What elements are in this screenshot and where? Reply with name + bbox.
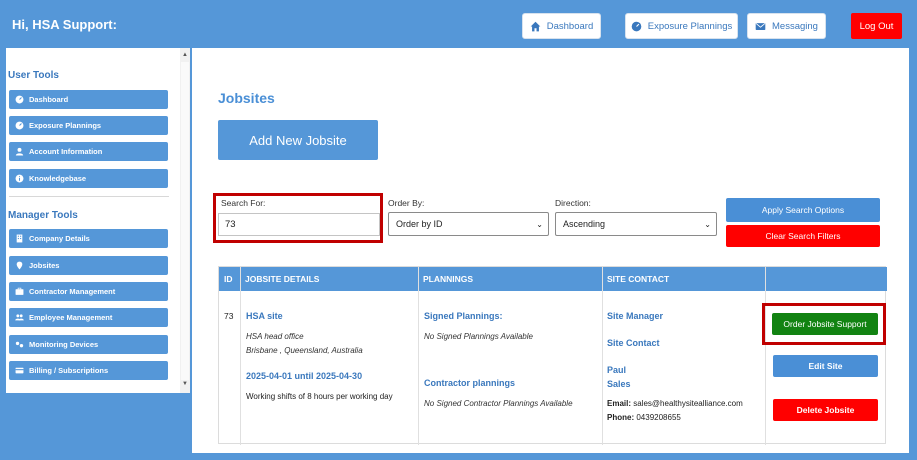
sidebar-item-monitoring-devices[interactable]: Monitoring Devices xyxy=(9,335,168,354)
users-icon xyxy=(15,314,24,321)
site-manager-link[interactable]: Site Manager xyxy=(607,311,663,321)
apply-search-options-button[interactable]: Apply Search Options xyxy=(726,198,880,222)
sidebar-item-label: Exposure Plannings xyxy=(29,121,102,130)
email-label: Email: xyxy=(607,399,632,408)
signed-plannings-empty: No Signed Plannings Available xyxy=(424,332,533,341)
contact-email-row: Email: sales@healthysitealliance.com xyxy=(607,399,743,408)
column-header-site-contact: SITE CONTACT xyxy=(607,274,670,284)
sidebar-item-billing-subscriptions[interactable]: Billing / Subscriptions xyxy=(9,361,168,380)
page-title: Jobsites xyxy=(218,90,275,106)
table-header: ID JOBSITE DETAILS PLANNINGS SITE CONTAC… xyxy=(219,267,887,291)
column-header-plannings: PLANNINGS xyxy=(423,274,474,284)
contact-phone: 0439208655 xyxy=(636,413,681,422)
search-label: Search For: xyxy=(221,198,266,208)
top-bar: Hi, HSA Support: Dashboard Exposure Plan… xyxy=(0,0,917,48)
column-header-actions xyxy=(765,267,886,291)
sidebar-item-dashboard[interactable]: Dashboard xyxy=(9,90,168,109)
contact-phone-row: Phone: 0439208655 xyxy=(607,413,681,422)
manager-tools-title: Manager Tools xyxy=(8,210,78,221)
sidebar-item-jobsites[interactable]: Jobsites xyxy=(9,256,168,275)
column-divider xyxy=(240,267,241,445)
logout-button[interactable]: Log Out xyxy=(851,13,902,39)
chevron-down-icon: ⌄ xyxy=(536,219,543,229)
exposure-plannings-nav-label: Exposure Plannings xyxy=(647,20,733,32)
site-date-range: 2025-04-01 until 2025-04-30 xyxy=(246,371,363,381)
sidebar-divider xyxy=(9,196,169,197)
site-address: Brisbane , Queensland, Australia xyxy=(246,346,363,355)
site-name-link[interactable]: HSA site xyxy=(246,311,283,321)
column-divider xyxy=(602,267,603,445)
dashboard-nav-button[interactable]: Dashboard xyxy=(522,13,601,39)
site-office: HSA head office xyxy=(246,332,304,341)
envelope-icon xyxy=(755,22,766,30)
home-icon xyxy=(530,21,541,31)
order-jobsite-support-button[interactable]: Order Jobsite Support xyxy=(772,313,878,335)
sidebar-item-account-information[interactable]: Account Information xyxy=(9,142,168,161)
main-content: Jobsites Add New Jobsite Search For: Ord… xyxy=(192,48,909,453)
direction-value: Ascending xyxy=(563,219,606,229)
contact-department: Sales xyxy=(607,379,631,389)
messaging-nav-button[interactable]: Messaging xyxy=(747,13,826,39)
contractor-plannings-empty: No Signed Contractor Plannings Available xyxy=(424,399,573,408)
scroll-up-arrow-icon[interactable]: ▲ xyxy=(180,52,190,58)
map-pin-icon xyxy=(16,261,23,270)
signed-plannings-title: Signed Plannings: xyxy=(424,311,503,321)
exposure-plannings-nav-button[interactable]: Exposure Plannings xyxy=(625,13,738,39)
messaging-nav-label: Messaging xyxy=(772,20,818,32)
scrollbar-thumb[interactable] xyxy=(181,62,189,380)
contact-name: Paul xyxy=(607,365,627,375)
sidebar-item-contractor-management[interactable]: Contractor Management xyxy=(9,282,168,301)
row-id: 73 xyxy=(224,311,234,321)
sidebar-item-label: Jobsites xyxy=(29,261,60,270)
greeting: Hi, HSA Support: xyxy=(12,17,117,32)
contractor-plannings-title: Contractor plannings xyxy=(424,378,516,388)
column-header-jobsite-details: JOBSITE DETAILS xyxy=(245,274,320,284)
building-icon xyxy=(16,234,23,243)
sidebar-scrollbar[interactable]: ▲ ▼ xyxy=(180,48,190,393)
dashboard-nav-label: Dashboard xyxy=(546,20,594,32)
sidebar-item-employee-management[interactable]: Employee Management xyxy=(9,308,168,327)
contact-email: sales@healthysitealliance.com xyxy=(633,399,743,408)
delete-jobsite-button[interactable]: Delete Jobsite xyxy=(773,399,878,421)
sidebar-item-label: Monitoring Devices xyxy=(29,340,99,349)
user-icon xyxy=(15,147,24,156)
phone-label: Phone: xyxy=(607,413,635,422)
order-by-select[interactable]: Order by ID ⌄ xyxy=(388,212,549,236)
devices-icon xyxy=(15,341,24,348)
site-contact-link[interactable]: Site Contact xyxy=(607,338,660,348)
sidebar-item-knowledgebase[interactable]: Knowledgebase xyxy=(9,169,168,188)
chevron-down-icon: ⌄ xyxy=(704,219,711,229)
clear-search-filters-button[interactable]: Clear Search Filters xyxy=(726,225,880,247)
search-input[interactable] xyxy=(218,213,380,236)
info-icon xyxy=(15,174,24,183)
direction-label: Direction: xyxy=(555,198,591,208)
sidebar-item-label: Knowledgebase xyxy=(29,174,87,183)
sidebar-item-company-details[interactable]: Company Details xyxy=(9,229,168,248)
sidebar: User Tools Dashboard Exposure Plannings … xyxy=(6,48,190,393)
sidebar-item-label: Billing / Subscriptions xyxy=(29,366,109,375)
site-shifts: Working shifts of 8 hours per working da… xyxy=(246,392,393,401)
add-new-jobsite-button[interactable]: Add New Jobsite xyxy=(218,120,378,160)
briefcase-icon xyxy=(15,287,24,295)
sidebar-item-exposure-plannings[interactable]: Exposure Plannings xyxy=(9,116,168,135)
order-by-value: Order by ID xyxy=(396,219,443,229)
user-tools-title: User Tools xyxy=(8,70,59,81)
sidebar-item-label: Employee Management xyxy=(29,313,113,322)
gauge-icon xyxy=(631,21,642,31)
edit-site-button[interactable]: Edit Site xyxy=(773,355,878,377)
direction-select[interactable]: Ascending ⌄ xyxy=(555,212,717,236)
column-divider xyxy=(765,267,766,445)
sidebar-item-label: Dashboard xyxy=(29,95,69,104)
order-by-label: Order By: xyxy=(388,198,425,208)
sidebar-item-label: Account Information xyxy=(29,147,103,156)
scroll-down-arrow-icon[interactable]: ▼ xyxy=(180,381,190,387)
column-header-id: ID xyxy=(224,274,233,284)
gauge-icon xyxy=(15,121,24,130)
gauge-icon xyxy=(15,95,24,104)
credit-card-icon xyxy=(15,367,24,374)
sidebar-item-label: Company Details xyxy=(29,234,90,243)
column-divider xyxy=(418,267,419,445)
sidebar-item-label: Contractor Management xyxy=(29,287,116,296)
